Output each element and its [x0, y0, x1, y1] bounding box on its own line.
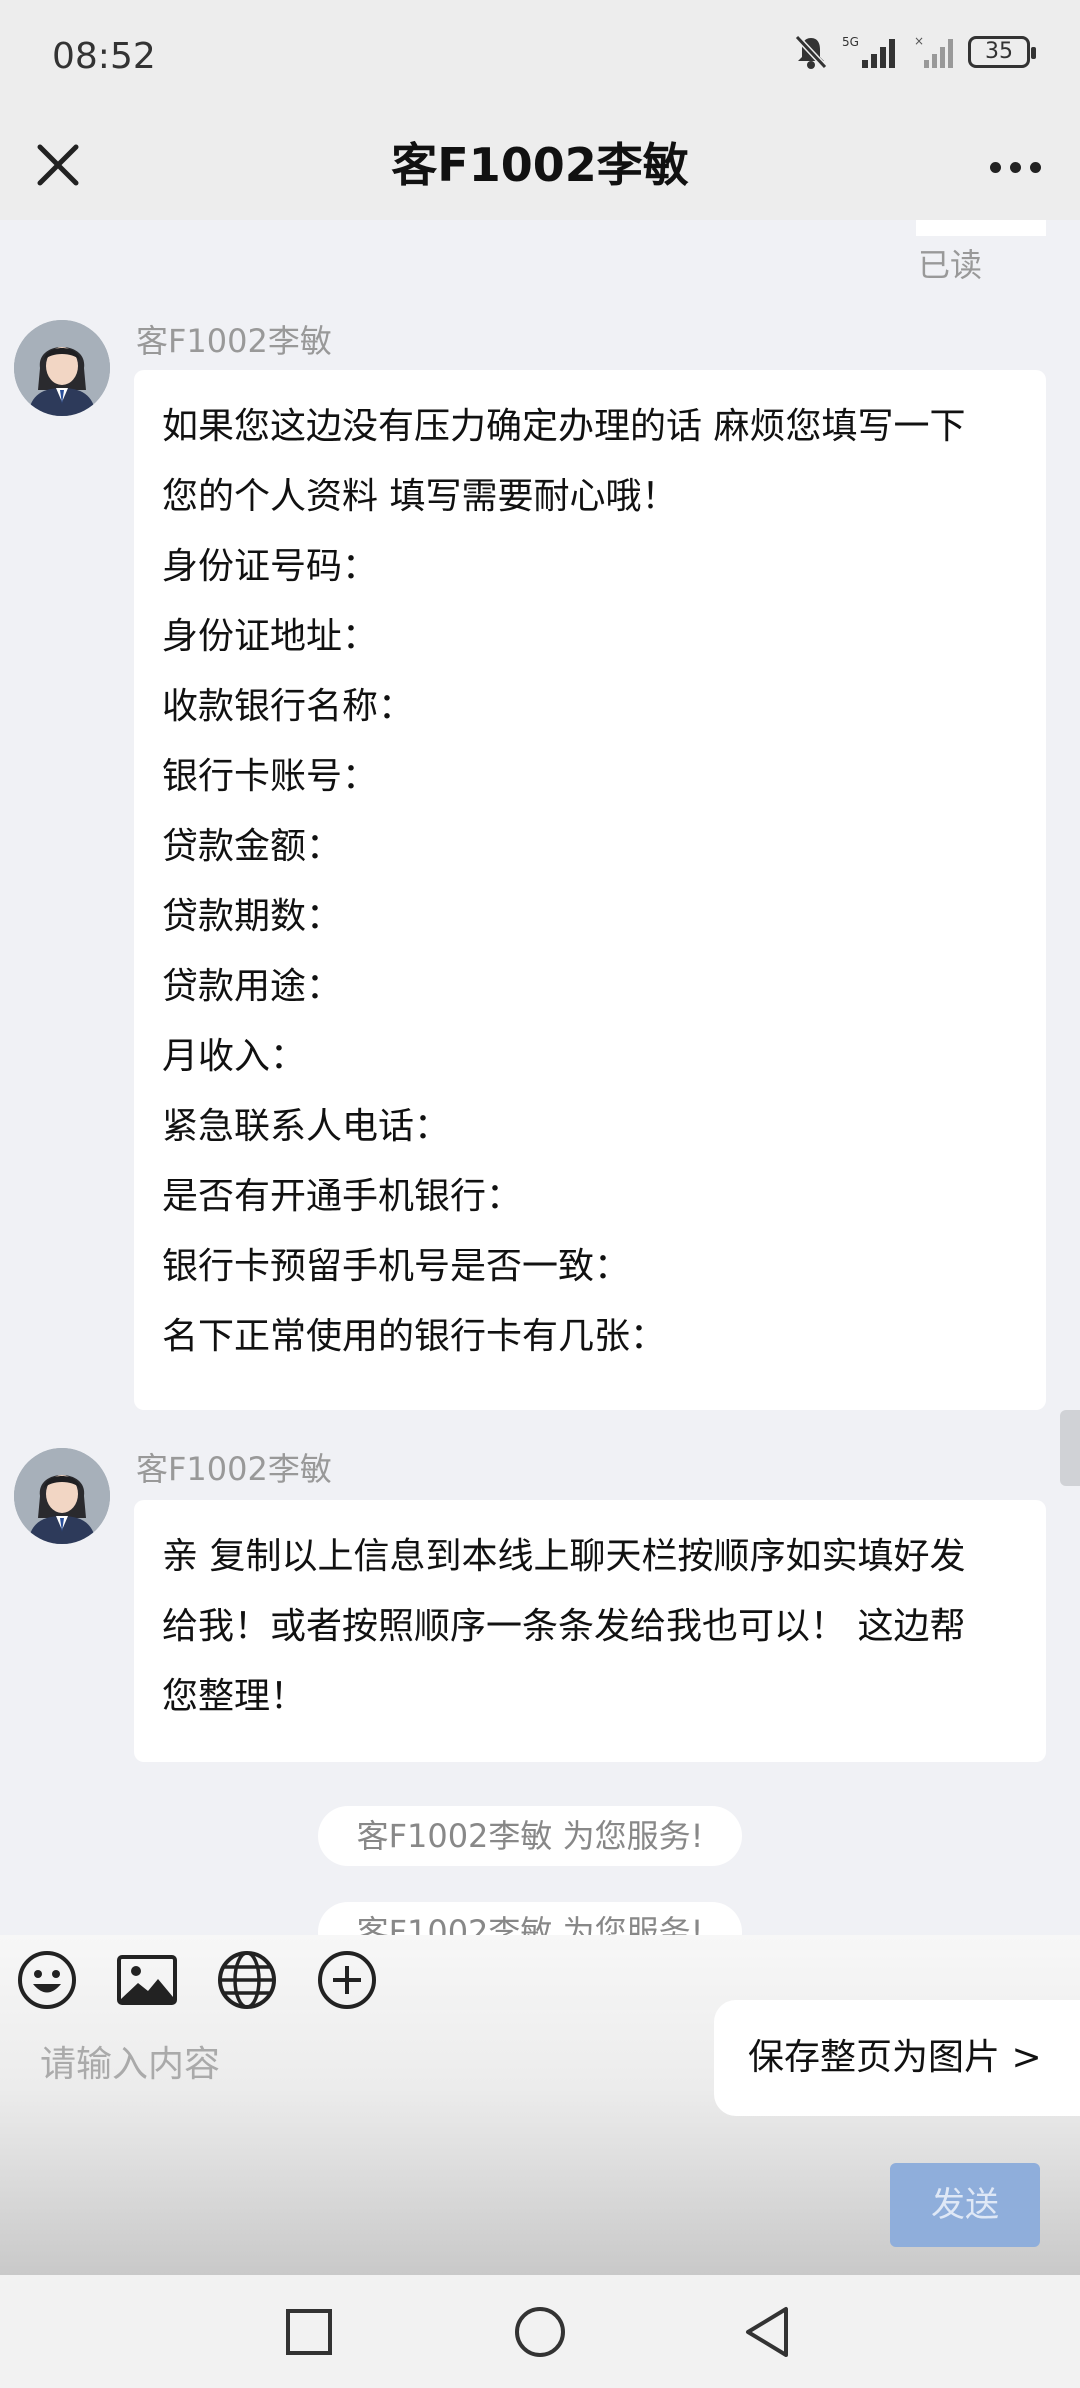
chat-area[interactable]: 已读 客F1002李敏 如果您这边没有压力确定办理的话 麻烦您填写一下 您的个人…: [0, 220, 1080, 1935]
message-line: 身份证号码：: [162, 546, 379, 587]
message-line: 贷款期数：: [162, 896, 343, 937]
more-options-button[interactable]: [980, 137, 1050, 197]
message-line: 银行卡账号：: [162, 756, 379, 797]
read-status: 已读: [918, 246, 983, 284]
globe-icon: [218, 1951, 276, 2009]
message-line: 贷款用途：: [162, 966, 343, 1007]
globe-button[interactable]: [216, 1949, 278, 2011]
message-line: 亲 复制以上信息到本线上聊天栏按顺序如实填好发: [162, 1536, 966, 1577]
more-dot-icon: [1029, 161, 1041, 173]
image-icon: [117, 1955, 177, 2005]
svg-text:×: ×: [914, 34, 924, 48]
scrollbar-thumb[interactable]: [1060, 1410, 1080, 1486]
battery-icon: 35: [968, 36, 1036, 68]
message-line: 月收入：: [162, 1036, 307, 1077]
save-page-as-image-button[interactable]: 保存整页为图片 >: [714, 2000, 1080, 2116]
avatar[interactable]: [14, 1448, 110, 1544]
message-line: 名下正常使用的银行卡有几张：: [162, 1316, 667, 1357]
avatar[interactable]: [14, 320, 110, 416]
agent-avatar-icon: [14, 1448, 110, 1544]
image-button[interactable]: [116, 1949, 178, 2011]
message-input[interactable]: 请输入内容: [40, 2035, 220, 2087]
message-line: 银行卡预留手机号是否一致：: [162, 1246, 631, 1287]
recent-apps-button[interactable]: [274, 2297, 344, 2367]
more-dot-icon: [1009, 161, 1021, 173]
more-actions-button[interactable]: [316, 1949, 378, 2011]
message-line: 您整理！: [162, 1676, 307, 1717]
status-bar: 08:52 5G × 35: [0, 0, 1080, 115]
message-line: 如果您这边没有压力确定办理的话 麻烦您填写一下: [162, 406, 966, 447]
composer-toolbar: [16, 1949, 378, 2011]
sender-name: 客F1002李敏: [136, 322, 332, 360]
emoji-button[interactable]: [16, 1949, 78, 2011]
emoji-icon: [18, 1951, 76, 2009]
more-dot-icon: [989, 161, 1001, 173]
signal-5g-icon: 5G: [842, 35, 895, 68]
message-line: 收款银行名称：: [162, 686, 415, 727]
message-line: 紧急联系人电话：: [162, 1106, 451, 1147]
message-line: 贷款金额：: [162, 826, 343, 867]
system-notice: 客F1002李敏 为您服务!: [318, 1902, 742, 1935]
plus-circle-icon: [318, 1951, 376, 2009]
message-bubble[interactable]: 亲 复制以上信息到本线上聊天栏按顺序如实填好发 给我！或者按照顺序一条条发给我也…: [134, 1500, 1046, 1762]
sender-name: 客F1002李敏: [136, 1450, 332, 1488]
signal-secondary-icon: ×: [914, 34, 953, 68]
status-time: 08:52: [52, 36, 156, 77]
system-navigation-bar: [0, 2275, 1080, 2388]
chat-header: 客F1002李敏: [0, 115, 1080, 220]
circle-icon: [515, 2307, 565, 2357]
message-line: 身份证地址：: [162, 616, 379, 657]
network-label: 5G: [842, 35, 859, 49]
message-line: 是否有开通手机银行：: [162, 1176, 523, 1217]
send-button[interactable]: 发送: [890, 2163, 1040, 2247]
message-line: 给我！或者按照顺序一条条发给我也可以！ 这边帮: [162, 1606, 966, 1647]
status-icons: 5G × 35: [794, 34, 1036, 70]
previous-message-bubble: [916, 220, 1046, 236]
mute-bell-icon: [794, 34, 828, 70]
triangle-back-icon: [746, 2307, 788, 2357]
home-button[interactable]: [505, 2297, 575, 2367]
message-bubble[interactable]: 如果您这边没有压力确定办理的话 麻烦您填写一下 您的个人资料 填写需要耐心哦！ …: [134, 370, 1046, 1410]
message-line: 您的个人资料 填写需要耐心哦！: [162, 476, 678, 517]
system-notice: 客F1002李敏 为您服务!: [318, 1806, 742, 1866]
page-title: 客F1002李敏: [391, 138, 689, 192]
back-button[interactable]: [734, 2297, 804, 2367]
square-icon: [286, 2309, 332, 2355]
agent-avatar-icon: [14, 320, 110, 416]
